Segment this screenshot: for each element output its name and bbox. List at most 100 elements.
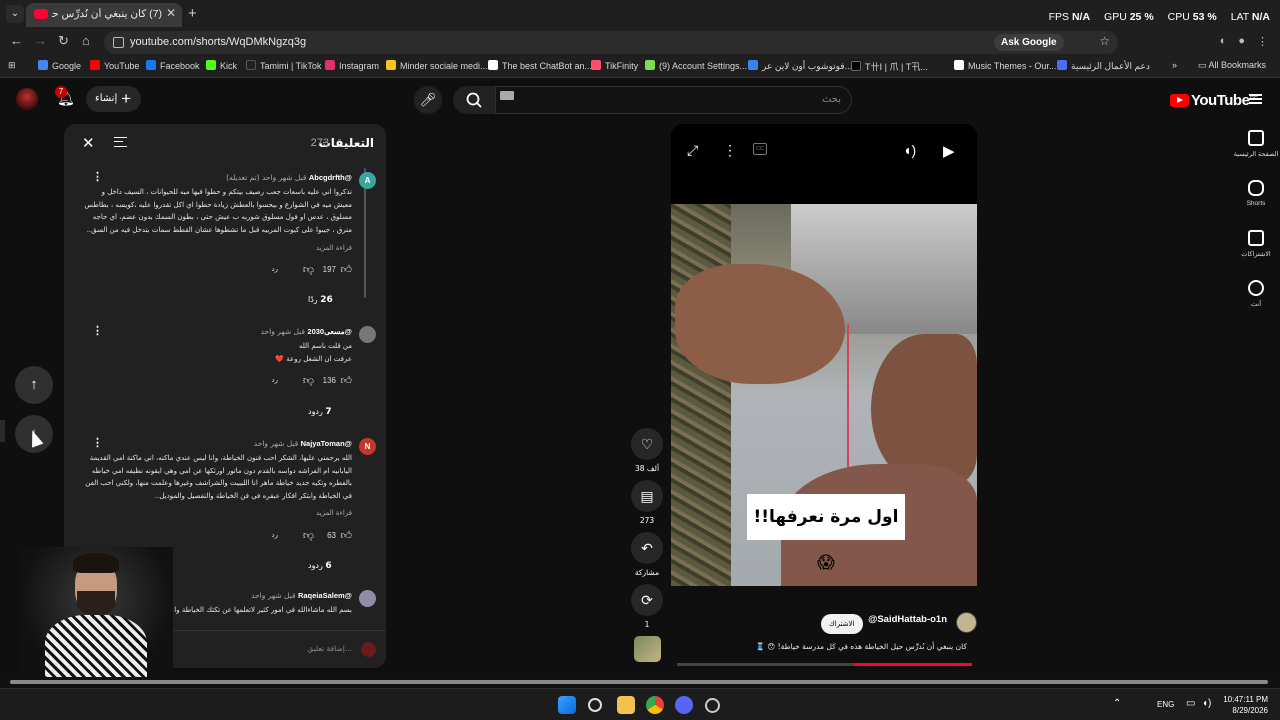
search-input[interactable]: بحث — [495, 86, 852, 114]
reply-button[interactable]: رد — [272, 265, 279, 273]
voice-search-icon[interactable]: 🎤︎ — [414, 86, 442, 114]
captions-icon[interactable]: CC — [753, 143, 767, 155]
like-icon[interactable]: ♡ — [631, 428, 663, 460]
dislike-icon[interactable]: 👎︎ — [303, 529, 314, 542]
dislike-icon[interactable]: 👎︎ — [303, 374, 314, 387]
language-indicator[interactable]: ENG — [1157, 700, 1174, 709]
replies-toggle[interactable]: 7 ردود — [308, 407, 332, 417]
previous-short-button[interactable]: ↑ — [15, 366, 53, 404]
remix-action[interactable]: ⟳ 1 — [630, 584, 664, 629]
search-icon[interactable] — [588, 698, 602, 712]
guide-item-shorts[interactable]: Shorts — [1232, 180, 1280, 230]
youtube-logo[interactable]: YouTubeBE — [1170, 92, 1258, 109]
profile-icon[interactable]: ● — [1238, 35, 1245, 48]
sort-icon[interactable] — [114, 137, 127, 147]
comment-author[interactable]: @Abcgdrfth — [309, 173, 352, 182]
guide-item-you[interactable]: أنت — [1232, 280, 1280, 330]
bookmark-item[interactable]: Music Themes - Our... — [954, 60, 1056, 71]
bookmark-item[interactable]: The best ChatBot an... — [488, 60, 592, 71]
remix-icon[interactable]: ⟳ — [631, 584, 663, 616]
scrollbar-thumb[interactable] — [10, 680, 1268, 684]
comments-action[interactable]: ▤ 273 — [630, 480, 664, 525]
menu-icon[interactable]: ⋮ — [1257, 35, 1268, 48]
avatar[interactable]: A — [359, 172, 376, 189]
comment-menu-icon[interactable]: ⋮ — [92, 170, 103, 183]
ask-google-button[interactable]: Ask Google — [994, 34, 1064, 51]
play-icon[interactable]: ▶ — [943, 142, 955, 160]
bookmark-item[interactable]: T卄Ⅰ | 爪 | T卂... — [851, 60, 928, 73]
comment-menu-icon[interactable]: ⋮ — [92, 436, 103, 449]
new-tab-button[interactable]: + — [188, 5, 197, 22]
bookmark-star-icon[interactable]: ☆ — [1099, 34, 1110, 48]
bookmark-item[interactable]: Tamimi | TikTok — [246, 60, 321, 71]
bookmark-item[interactable]: Kick — [206, 60, 237, 71]
tab-close-icon[interactable]: ✕ — [166, 6, 176, 20]
keyboard-icon[interactable] — [500, 91, 514, 100]
sound-thumbnail[interactable] — [634, 636, 661, 662]
speaker-icon[interactable]: ◖) — [1202, 698, 1211, 709]
more-bookmarks-icon[interactable]: » — [1172, 60, 1177, 70]
like-icon[interactable]: 👍︎ — [341, 529, 353, 542]
close-icon[interactable]: ✕ — [82, 134, 95, 152]
read-more-link[interactable]: قراءة المزيد — [316, 244, 352, 252]
omnibox[interactable]: youtube.com/shorts/WqDMkNgzq3g Ask Googl… — [104, 31, 1118, 54]
network-icon[interactable]: ▭ — [1186, 698, 1195, 709]
comments-icon[interactable]: ▤ — [631, 480, 663, 512]
chevron-up-icon[interactable]: ⌃ — [1113, 698, 1121, 709]
chrome-icon[interactable] — [646, 696, 664, 714]
replies-toggle[interactable]: 26 ردًا — [308, 295, 333, 305]
file-explorer-icon[interactable] — [617, 696, 635, 714]
guide-item-home[interactable]: الصفحة الرئيسية — [1232, 130, 1280, 180]
share-action[interactable]: ↶ مشاركة — [630, 532, 664, 577]
subscribe-button[interactable]: الاشتراك — [821, 614, 863, 634]
channel-name[interactable]: @SaidHattab-o1n — [868, 614, 947, 625]
bookmark-item[interactable]: Google — [38, 60, 81, 71]
add-comment-input[interactable]: إضافة تعليق... — [307, 644, 352, 653]
channel-avatar[interactable] — [956, 612, 977, 633]
comment-menu-icon[interactable]: ⋮ — [92, 324, 103, 337]
bookmark-item[interactable]: TikFinity — [591, 60, 638, 71]
comment-author[interactable]: @مسعى2030 — [307, 327, 352, 336]
search-button[interactable] — [453, 86, 495, 114]
clock[interactable]: 10:47:11 PM 8/29/2026 — [1223, 694, 1268, 716]
discord-icon[interactable] — [675, 696, 693, 714]
avatar[interactable] — [359, 326, 376, 343]
start-icon[interactable] — [558, 696, 576, 714]
like-icon[interactable]: 👍︎ — [341, 263, 353, 276]
like-action[interactable]: ♡ 38 ألف — [630, 428, 664, 473]
bookmark-item[interactable]: (9) Account Settings... — [645, 60, 747, 71]
avatar[interactable]: N — [359, 438, 376, 455]
bookmark-item[interactable]: فوتوشوب أون لاين عر... — [748, 60, 852, 72]
active-tab[interactable]: (7) كان ينبغي أن نُدرِّس حيل الخياطة ✕ — [26, 3, 182, 27]
site-info-icon[interactable] — [113, 37, 124, 48]
bookmark-item[interactable]: Facebook — [146, 60, 200, 71]
avatar[interactable] — [359, 590, 376, 607]
tab-search-button[interactable]: ⌄ — [6, 5, 24, 23]
back-icon[interactable]: ← — [10, 33, 23, 48]
reload-icon[interactable]: ↻ — [58, 33, 69, 49]
reply-button[interactable]: رد — [272, 376, 279, 384]
comment-author[interactable]: @NajyaToman — [301, 439, 352, 448]
read-more-link[interactable]: قراءة المزيد — [316, 509, 352, 517]
dislike-icon[interactable]: 👎︎ — [303, 263, 314, 276]
reply-button[interactable]: رد — [272, 531, 279, 539]
create-button[interactable]: إنشاء + — [86, 86, 141, 112]
like-icon[interactable]: 👍︎ — [341, 374, 353, 387]
video-progress-bar[interactable] — [677, 663, 972, 666]
forward-icon[interactable]: → — [34, 33, 47, 48]
bookmark-item[interactable]: Minder sociale medi... — [386, 60, 488, 71]
shorts-video-player[interactable]: ⤢ ⋮ CC ◖) ▶ اول مرة نعرفها!!😱 — [671, 124, 977, 586]
bookmark-item[interactable]: YouTube — [90, 60, 139, 71]
all-bookmarks-button[interactable]: ▭ All Bookmarks — [1198, 60, 1266, 71]
more-options-icon[interactable]: ⋮ — [723, 142, 737, 159]
replies-toggle[interactable]: 6 ردود — [308, 561, 332, 571]
guide-item-subscriptions[interactable]: الاشتراكات — [1232, 230, 1280, 280]
comment-author[interactable]: @RaqeiaSalem — [298, 591, 352, 600]
bookmark-item[interactable]: Instagram — [325, 60, 379, 71]
guide-menu-icon[interactable] — [1249, 94, 1262, 104]
extension-icon[interactable]: ◐ — [1220, 35, 1227, 48]
fullscreen-icon[interactable]: ⤢ — [687, 142, 698, 159]
account-avatar[interactable] — [16, 88, 38, 110]
app-icon[interactable] — [705, 698, 720, 713]
home-icon[interactable]: ⌂ — [82, 33, 90, 48]
